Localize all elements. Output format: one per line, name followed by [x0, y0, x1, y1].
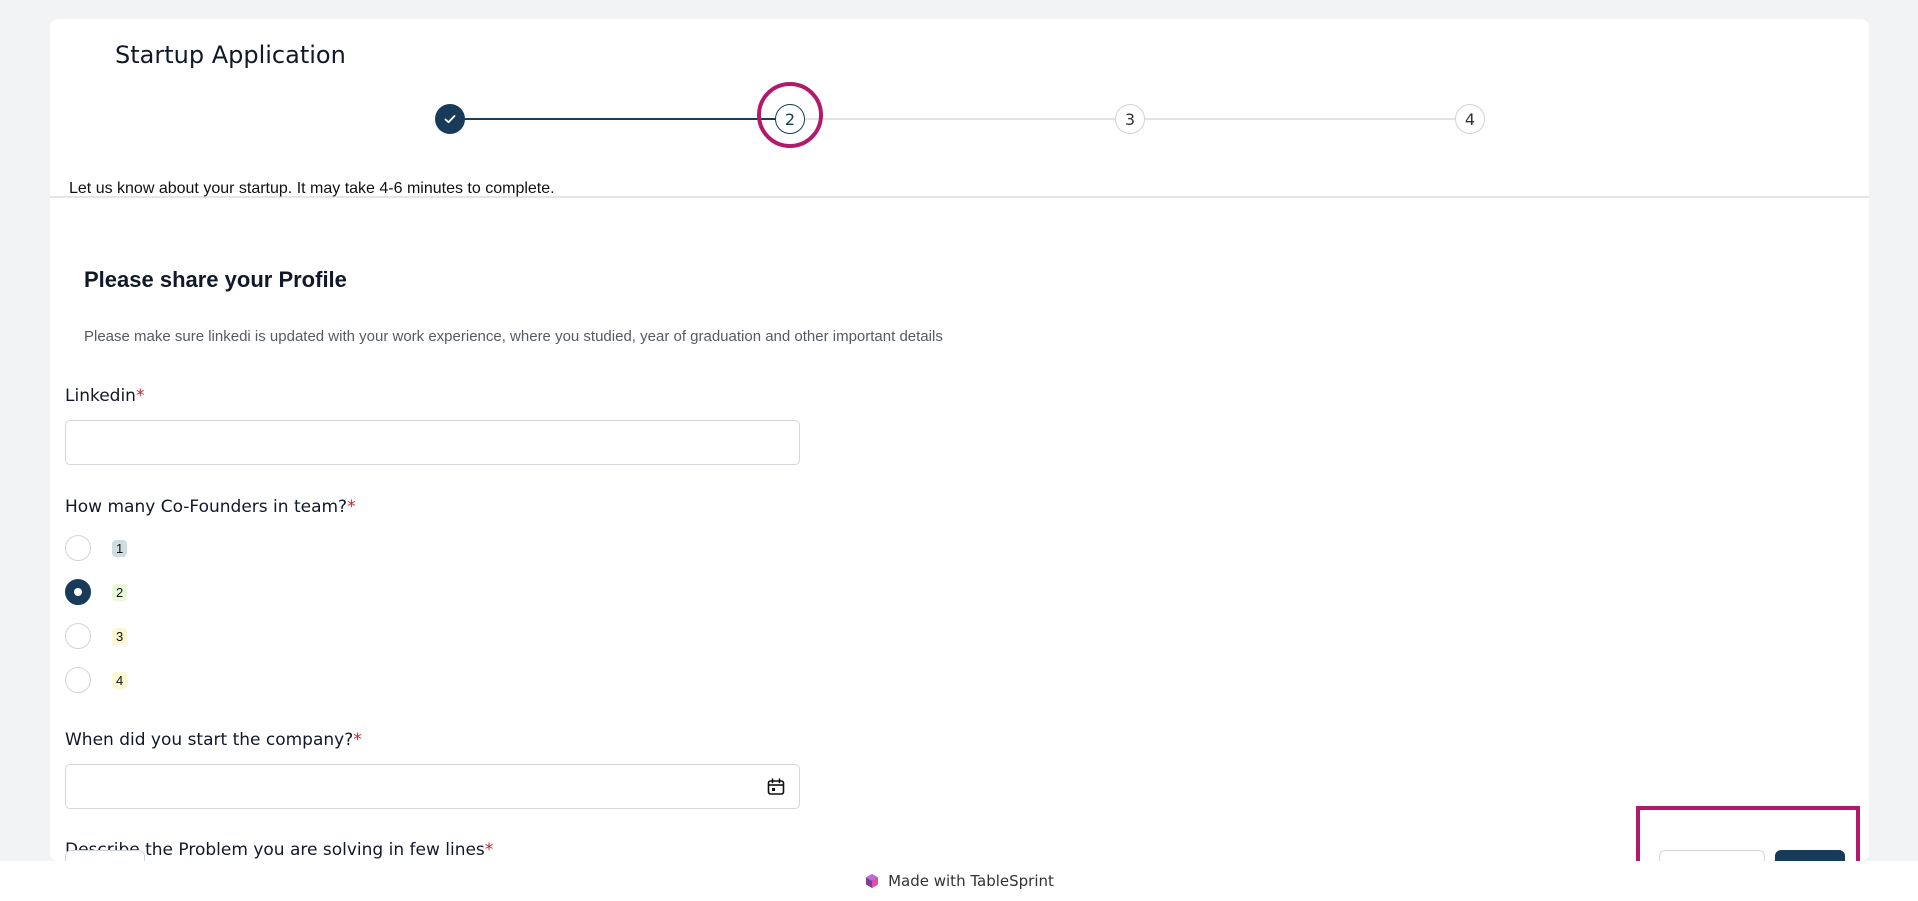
app-title: Startup Application — [115, 41, 346, 69]
reset-button[interactable]: Reset — [65, 850, 145, 861]
radio-button-selected[interactable] — [65, 579, 91, 605]
radio-button[interactable] — [65, 623, 91, 649]
cofounders-label-text: How many Co-Founders in team? — [65, 497, 348, 517]
option-tag: 4 — [112, 671, 128, 689]
required-mark: * — [135, 386, 145, 406]
step-highlight-annotation — [757, 82, 823, 148]
linkedin-input[interactable] — [65, 420, 800, 465]
stepper-progress-line — [450, 118, 790, 120]
section-description: Please make sure linkedi is updated with… — [84, 328, 943, 345]
cofounders-option-4[interactable]: 4 — [65, 666, 128, 694]
required-mark: * — [353, 730, 362, 750]
linkedin-label-text: Linkedin — [65, 386, 136, 406]
cofounders-option-1[interactable]: 1 — [65, 534, 128, 562]
made-with-text: Made with TableSprint — [888, 872, 1054, 890]
intro-text: Let us know about your startup. It may t… — [69, 180, 555, 197]
option-tag: 1 — [112, 539, 128, 557]
option-tag: 3 — [112, 627, 128, 645]
radio-button[interactable] — [65, 667, 91, 693]
start-date-label: When did you start the company?* — [65, 730, 362, 750]
step-1-completed[interactable] — [435, 104, 465, 134]
calendar-icon[interactable] — [766, 777, 786, 797]
option-tag: 2 — [112, 583, 128, 601]
made-with-footer[interactable]: Made with TableSprint — [0, 861, 1918, 901]
radio-button[interactable] — [65, 535, 91, 561]
tablesprint-logo-icon — [866, 874, 879, 888]
start-date-label-text: When did you start the company? — [65, 730, 354, 750]
required-mark: * — [347, 497, 356, 517]
cofounders-label: How many Co-Founders in team?* — [65, 497, 356, 517]
check-icon — [444, 115, 456, 124]
form-header: Startup Application 2 3 4 Let us know ab… — [50, 19, 1869, 198]
form-actions: Reset Previous Next — [50, 834, 1869, 861]
cofounders-option-2[interactable]: 2 — [65, 578, 128, 606]
cofounders-option-3[interactable]: 3 — [65, 622, 128, 650]
section-title: Please share your Profile — [84, 267, 347, 292]
step-4[interactable]: 4 — [1455, 104, 1485, 134]
step-3[interactable]: 3 — [1115, 104, 1145, 134]
form-card: Startup Application 2 3 4 Let us know ab… — [50, 19, 1869, 861]
start-date-input[interactable] — [65, 764, 800, 809]
linkedin-label: Linkedin* — [65, 386, 144, 406]
